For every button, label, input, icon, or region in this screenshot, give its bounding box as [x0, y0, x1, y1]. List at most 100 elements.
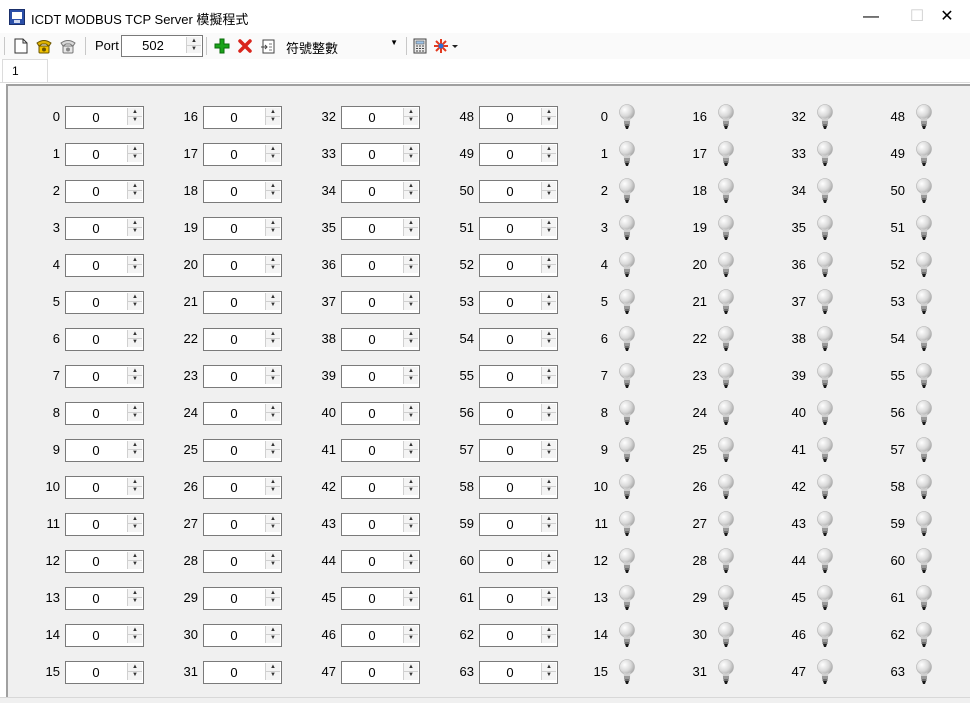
disconnect-phone-icon[interactable]	[58, 36, 78, 56]
stepper-down-icon[interactable]: ▼	[128, 449, 142, 457]
light-bulb-off-icon[interactable]	[618, 548, 636, 576]
register-stepper[interactable]: ▲ ▼	[541, 589, 556, 606]
light-bulb-off-icon[interactable]	[717, 474, 735, 502]
register-value-input[interactable]: 0 ▲ ▼	[203, 143, 282, 166]
register-value-input[interactable]: 0 ▲ ▼	[65, 254, 144, 277]
register-value-input[interactable]: 0 ▲ ▼	[479, 587, 558, 610]
light-bulb-off-icon[interactable]	[618, 326, 636, 354]
register-stepper[interactable]: ▲ ▼	[403, 478, 418, 495]
light-bulb-off-icon[interactable]	[816, 215, 834, 243]
register-value-input[interactable]: 0 ▲ ▼	[341, 402, 420, 425]
light-bulb-off-icon[interactable]	[816, 326, 834, 354]
stepper-down-icon[interactable]: ▼	[187, 45, 201, 53]
light-bulb-off-icon[interactable]	[618, 437, 636, 465]
light-bulb-off-icon[interactable]	[816, 659, 834, 687]
light-bulb-off-icon[interactable]	[618, 622, 636, 650]
stepper-down-icon[interactable]: ▼	[266, 634, 280, 642]
register-stepper[interactable]: ▲ ▼	[127, 589, 142, 606]
light-bulb-off-icon[interactable]	[816, 178, 834, 206]
register-value-input[interactable]: 0 ▲ ▼	[65, 587, 144, 610]
stepper-down-icon[interactable]: ▼	[542, 449, 556, 457]
stepper-down-icon[interactable]: ▼	[266, 301, 280, 309]
register-value-input[interactable]: 0 ▲ ▼	[65, 217, 144, 240]
light-bulb-off-icon[interactable]	[915, 659, 933, 687]
register-stepper[interactable]: ▲ ▼	[265, 626, 280, 643]
stepper-down-icon[interactable]: ▼	[542, 116, 556, 124]
light-bulb-off-icon[interactable]	[816, 289, 834, 317]
light-bulb-off-icon[interactable]	[717, 400, 735, 428]
register-value-input[interactable]: 0 ▲ ▼	[341, 106, 420, 129]
stepper-down-icon[interactable]: ▼	[128, 375, 142, 383]
register-value-input[interactable]: 0 ▲ ▼	[479, 439, 558, 462]
add-icon[interactable]	[212, 36, 232, 56]
register-stepper[interactable]: ▲ ▼	[265, 663, 280, 680]
tab-1[interactable]: 1	[2, 59, 48, 82]
register-value-input[interactable]: 0 ▲ ▼	[203, 254, 282, 277]
light-bulb-off-icon[interactable]	[618, 289, 636, 317]
register-value-input[interactable]: 0 ▲ ▼	[479, 254, 558, 277]
register-stepper[interactable]: ▲ ▼	[403, 441, 418, 458]
stepper-down-icon[interactable]: ▼	[266, 116, 280, 124]
port-stepper[interactable]: ▲ ▼	[186, 37, 201, 53]
register-value-input[interactable]: 0 ▲ ▼	[341, 254, 420, 277]
register-stepper[interactable]: ▲ ▼	[541, 256, 556, 273]
light-bulb-off-icon[interactable]	[717, 585, 735, 613]
register-stepper[interactable]: ▲ ▼	[127, 367, 142, 384]
stepper-down-icon[interactable]: ▼	[542, 412, 556, 420]
register-stepper[interactable]: ▲ ▼	[403, 515, 418, 532]
register-value-input[interactable]: 0 ▲ ▼	[203, 661, 282, 684]
register-value-input[interactable]: 0 ▲ ▼	[479, 143, 558, 166]
stepper-down-icon[interactable]: ▼	[404, 486, 418, 494]
register-stepper[interactable]: ▲ ▼	[541, 182, 556, 199]
register-stepper[interactable]: ▲ ▼	[265, 256, 280, 273]
stepper-down-icon[interactable]: ▼	[542, 671, 556, 679]
register-stepper[interactable]: ▲ ▼	[265, 478, 280, 495]
register-value-input[interactable]: 0 ▲ ▼	[203, 513, 282, 536]
light-bulb-off-icon[interactable]	[717, 215, 735, 243]
light-bulb-off-icon[interactable]	[618, 252, 636, 280]
stepper-down-icon[interactable]: ▼	[128, 227, 142, 235]
export-icon[interactable]	[258, 36, 278, 56]
light-bulb-off-icon[interactable]	[816, 141, 834, 169]
register-stepper[interactable]: ▲ ▼	[127, 441, 142, 458]
register-stepper[interactable]: ▲ ▼	[541, 293, 556, 310]
register-value-input[interactable]: 0 ▲ ▼	[341, 587, 420, 610]
light-bulb-off-icon[interactable]	[816, 585, 834, 613]
stepper-down-icon[interactable]: ▼	[542, 153, 556, 161]
stepper-down-icon[interactable]: ▼	[404, 560, 418, 568]
calculator-icon[interactable]	[410, 36, 430, 56]
light-bulb-off-icon[interactable]	[816, 252, 834, 280]
stepper-down-icon[interactable]: ▼	[404, 116, 418, 124]
stepper-down-icon[interactable]: ▼	[266, 523, 280, 531]
light-bulb-off-icon[interactable]	[816, 474, 834, 502]
register-stepper[interactable]: ▲ ▼	[127, 256, 142, 273]
register-value-input[interactable]: 0 ▲ ▼	[341, 217, 420, 240]
light-bulb-off-icon[interactable]	[915, 215, 933, 243]
register-value-input[interactable]: 0 ▲ ▼	[341, 513, 420, 536]
light-bulb-off-icon[interactable]	[717, 289, 735, 317]
light-bulb-off-icon[interactable]	[915, 289, 933, 317]
light-bulb-off-icon[interactable]	[717, 178, 735, 206]
stepper-down-icon[interactable]: ▼	[404, 338, 418, 346]
stepper-down-icon[interactable]: ▼	[266, 486, 280, 494]
register-stepper[interactable]: ▲ ▼	[403, 330, 418, 347]
stepper-down-icon[interactable]: ▼	[542, 597, 556, 605]
star-settings-icon[interactable]	[433, 36, 459, 56]
light-bulb-off-icon[interactable]	[915, 548, 933, 576]
register-stepper[interactable]: ▲ ▼	[403, 256, 418, 273]
light-bulb-off-icon[interactable]	[618, 511, 636, 539]
stepper-down-icon[interactable]: ▼	[542, 190, 556, 198]
stepper-down-icon[interactable]: ▼	[128, 338, 142, 346]
register-stepper[interactable]: ▲ ▼	[265, 515, 280, 532]
stepper-down-icon[interactable]: ▼	[404, 190, 418, 198]
stepper-down-icon[interactable]: ▼	[404, 597, 418, 605]
stepper-down-icon[interactable]: ▼	[542, 560, 556, 568]
register-value-input[interactable]: 0 ▲ ▼	[341, 180, 420, 203]
register-stepper[interactable]: ▲ ▼	[541, 219, 556, 236]
register-value-input[interactable]: 0 ▲ ▼	[65, 439, 144, 462]
light-bulb-off-icon[interactable]	[816, 437, 834, 465]
light-bulb-off-icon[interactable]	[816, 104, 834, 132]
register-value-input[interactable]: 0 ▲ ▼	[203, 587, 282, 610]
stepper-down-icon[interactable]: ▼	[266, 449, 280, 457]
register-value-input[interactable]: 0 ▲ ▼	[479, 476, 558, 499]
